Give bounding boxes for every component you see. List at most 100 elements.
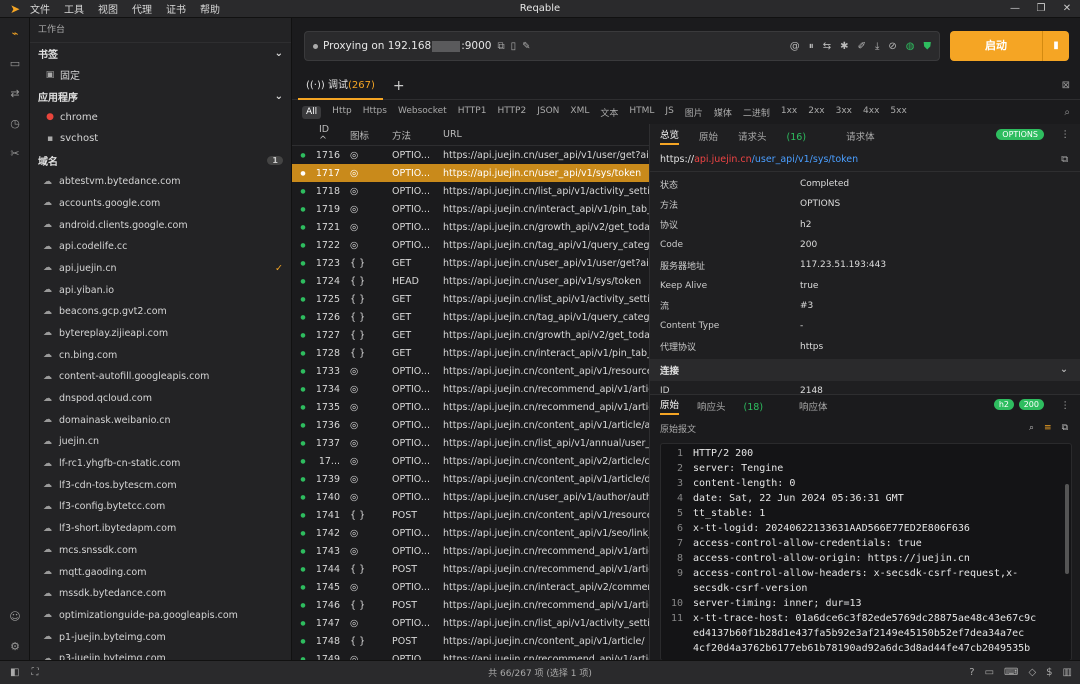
app-item-chrome[interactable]: ● chrome <box>30 107 291 129</box>
domain-item[interactable]: ☁ p3-juejin.byteimg.com <box>30 648 291 660</box>
table-row[interactable]: ● 1723 { } GET https://api.juejin.cn/user_ap… <box>292 254 649 272</box>
domain-item[interactable]: ☁ accounts.google.com <box>30 192 291 214</box>
tab-raw[interactable]: 原始 <box>699 129 718 143</box>
domain-item[interactable]: ☁ android.clients.google.com <box>30 214 291 236</box>
domain-item[interactable]: ☁ beacons.gcp.gvt2.com <box>30 301 291 323</box>
table-row[interactable]: ● 1726 { } GET https://api.juejin.cn/tag_api… <box>292 308 649 326</box>
menu-item[interactable]: 证书 <box>166 5 186 16</box>
scrollbar[interactable] <box>1065 484 1069 574</box>
table-row[interactable]: ● 1717 ◎ OPTIO... https://api.juejin.cn/user… <box>292 164 649 182</box>
fullscreen-icon[interactable]: ⛶ <box>31 667 38 678</box>
wrap-icon[interactable]: ≡ <box>1044 423 1052 433</box>
tab-request-headers[interactable]: 请求头 (16) <box>738 129 826 143</box>
menu-item[interactable]: 帮助 <box>200 5 220 16</box>
menu-item[interactable]: 工具 <box>64 5 84 16</box>
account-icon[interactable]: ☺ <box>0 601 30 631</box>
domain-item[interactable]: ☁ juejin.cn <box>30 431 291 453</box>
table-row[interactable]: ● 17... ◎ OPTIO... https://api.juejin.cn/con… <box>292 452 649 470</box>
table-row[interactable]: ● 1740 ◎ OPTIO... https://api.juejin.cn/user… <box>292 488 649 506</box>
tab-response-headers[interactable]: 响应头 (18) <box>697 399 781 413</box>
sidebar-toggle-icon[interactable]: ◧ <box>10 667 19 678</box>
col-icon[interactable]: 图标 <box>346 128 389 142</box>
table-row[interactable]: ● 1741 { } POST https://api.juejin.cn/conten… <box>292 506 649 524</box>
filter-18[interactable]: 5xx <box>890 106 906 119</box>
domain-item[interactable]: ☁ bytereplay.zijieapi.com <box>30 323 291 345</box>
filter-14[interactable]: 1xx <box>781 106 797 119</box>
filter-3[interactable]: Websocket <box>398 106 447 119</box>
minimize-icon[interactable]: — <box>1002 0 1028 18</box>
table-row[interactable]: ● 1718 ◎ OPTIO... https://api.juejin.cn/list… <box>292 182 649 200</box>
domain-item[interactable]: ☁ cn.bing.com <box>30 344 291 366</box>
copy-icon[interactable]: ⧉ <box>497 41 504 52</box>
filter-13[interactable]: 二进制 <box>743 106 770 119</box>
filter-4[interactable]: HTTP1 <box>458 106 487 119</box>
rewrite-icon[interactable]: ⇆ <box>823 41 831 52</box>
table-row[interactable]: ● 1744 { } POST https://api.juejin.cn/recomm… <box>292 560 649 578</box>
more-icon[interactable]: ⋮ <box>1061 129 1071 140</box>
collection-icon[interactable]: ▭ <box>0 48 30 78</box>
filter-10[interactable]: JS <box>665 106 673 119</box>
table-row[interactable]: ● 1747 ◎ OPTIO... https://api.juejin.cn/list… <box>292 614 649 632</box>
connection-section[interactable]: 连接 ⌄ <box>650 358 1080 381</box>
domain-item[interactable]: ☁ lf3-short.ibytedapm.com <box>30 518 291 540</box>
table-row[interactable]: ● 1742 ◎ OPTIO... https://api.juejin.cn/cont… <box>292 524 649 542</box>
table-row[interactable]: ● 1743 ◎ OPTIO... https://api.juejin.cn/reco… <box>292 542 649 560</box>
filter-6[interactable]: JSON <box>537 106 559 119</box>
table-row[interactable]: ● 1739 ◎ OPTIO... https://api.juejin.cn/cont… <box>292 470 649 488</box>
table-row[interactable]: ● 1749 ◎ OPTIO... https://api.juejin.cn/reco… <box>292 650 649 661</box>
tab-request-body[interactable]: 请求体 <box>846 129 875 143</box>
filter-8[interactable]: 文本 <box>600 106 618 119</box>
start-button[interactable]: 启动 <box>950 31 1042 61</box>
panel-icon[interactable]: ▥ <box>1063 667 1072 678</box>
shield-icon[interactable]: ⛊ <box>924 41 932 52</box>
col-method[interactable]: 方法 <box>389 128 439 142</box>
bookmarks-section[interactable]: 书签 ⌄ <box>30 43 291 64</box>
table-row[interactable]: ● 1736 ◎ OPTIO... https://api.juejin.cn/cont… <box>292 416 649 434</box>
tools-icon[interactable]: ✂ <box>0 138 30 168</box>
raw-response-code[interactable]: 1 HTTP/2 200 2 server: Tengine 3 content-leng… <box>660 443 1072 661</box>
table-row[interactable]: ● 1746 { } POST https://api.juejin.cn/recomm… <box>292 596 649 614</box>
domain-item[interactable]: ☁ mssdk.bytedance.com <box>30 583 291 605</box>
menu-item[interactable]: 代理 <box>132 5 152 16</box>
app-item-svchost[interactable]: ▪ svchost <box>30 128 291 150</box>
at-icon[interactable]: @ <box>790 41 800 52</box>
close-icon[interactable]: ✕ <box>1054 0 1080 18</box>
edit-icon[interactable]: ✎ <box>522 41 530 52</box>
table-row[interactable]: ● 1734 ◎ OPTIO... https://api.juejin.cn/reco… <box>292 380 649 398</box>
domain-item[interactable]: ☁ api.yiban.io <box>30 279 291 301</box>
apps-section[interactable]: 应用程序 ⌄ <box>30 86 291 107</box>
table-row[interactable]: ● 1716 ◎ OPTIO... https://api.juejin.cn/user… <box>292 146 649 164</box>
breakpoint-icon[interactable]: ⏸ <box>809 41 814 52</box>
table-row[interactable]: ● 1735 ◎ OPTIO... https://api.juejin.cn/reco… <box>292 398 649 416</box>
domain-item[interactable]: ☁ p1-juejin.byteimg.com <box>30 626 291 648</box>
script-icon[interactable]: ✐ <box>858 41 866 52</box>
settings-gear-icon[interactable]: ⚙ <box>0 631 30 661</box>
filter-15[interactable]: 2xx <box>808 106 824 119</box>
coin-icon[interactable]: $ <box>1046 667 1052 678</box>
more-icon[interactable]: ⋮ <box>1061 400 1071 411</box>
domain-item[interactable]: ☁ dnspod.qcloud.com <box>30 388 291 410</box>
tab-debug[interactable]: ((·)) 调试(267) <box>298 72 383 100</box>
col-id[interactable]: ID ^ <box>314 124 346 146</box>
domain-item[interactable]: ☁ mcs.snssdk.com <box>30 539 291 561</box>
search-icon[interactable]: ⌕ <box>1029 423 1034 433</box>
table-row[interactable]: ● 1725 { } GET https://api.juejin.cn/list_ap… <box>292 290 649 308</box>
history-icon[interactable]: ◷ <box>0 108 30 138</box>
search-icon[interactable]: ⌕ <box>1064 107 1070 118</box>
gateway-icon[interactable]: ⊘ <box>888 41 896 52</box>
domain-item[interactable]: ☁ lf-rc1.yhgfb-cn-static.com <box>30 453 291 475</box>
keyboard-icon[interactable]: ⌨ <box>1004 667 1018 678</box>
table-row[interactable]: ● 1721 ◎ OPTIO... https://api.juejin.cn/grow… <box>292 218 649 236</box>
table-row[interactable]: ● 1724 { } HEAD https://api.juejin.cn/user_a… <box>292 272 649 290</box>
filter-0[interactable]: All <box>302 105 322 119</box>
domain-item[interactable]: ☁ lf3-cdn-tos.bytescm.com <box>30 474 291 496</box>
help-icon[interactable]: ? <box>969 667 974 678</box>
download-icon[interactable]: ⤓ <box>875 41 879 52</box>
table-row[interactable]: ● 1719 ◎ OPTIO... https://api.juejin.cn/inte… <box>292 200 649 218</box>
col-url[interactable]: URL <box>439 129 649 140</box>
globe-icon[interactable]: ◍ <box>906 41 915 52</box>
trash-icon[interactable]: ▮ <box>1042 31 1069 61</box>
layout-icon[interactable]: ▭ <box>985 667 994 678</box>
domains-section[interactable]: 域名 1 <box>30 150 291 171</box>
filter-1[interactable]: Http <box>332 106 352 119</box>
